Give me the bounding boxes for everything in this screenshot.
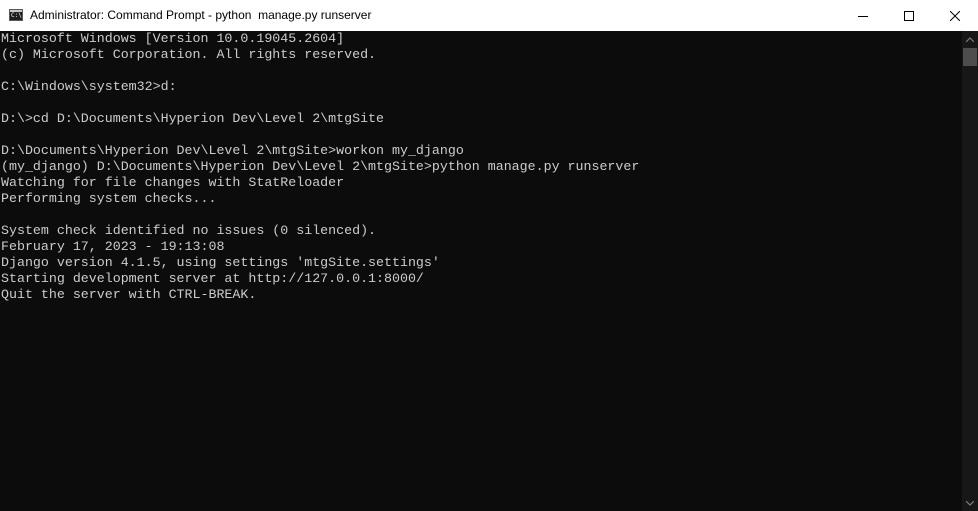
console-line: (my_django) D:\Documents\Hyperion Dev\Le… — [1, 159, 640, 174]
console-line: Starting development server at http://12… — [1, 271, 424, 286]
console-line: D:\>cd D:\Documents\Hyperion Dev\Level 2… — [1, 111, 385, 126]
cmd-icon-text: C:\. — [11, 12, 26, 19]
minimize-icon — [858, 15, 868, 17]
vertical-scrollbar[interactable] — [962, 31, 978, 511]
minimize-button[interactable] — [840, 0, 886, 31]
console-line: C:\Windows\system32>d: — [1, 79, 177, 94]
scroll-up-icon — [966, 36, 974, 42]
console-line: System check identified no issues (0 sil… — [1, 223, 377, 238]
close-button[interactable] — [932, 0, 978, 31]
console-line: Watching for file changes with StatReloa… — [1, 175, 345, 190]
console-output[interactable]: Microsoft Windows [Version 10.0.19045.26… — [0, 31, 962, 511]
console-line: D:\Documents\Hyperion Dev\Level 2\mtgSit… — [1, 143, 464, 158]
console-line: Performing system checks... — [1, 191, 217, 206]
title-bar[interactable]: C:\. Administrator: Command Prompt - pyt… — [0, 0, 978, 31]
console-line: Quit the server with CTRL-BREAK. — [1, 287, 257, 302]
scroll-up-button[interactable] — [962, 31, 978, 47]
maximize-button[interactable] — [886, 0, 932, 31]
console-line: February 17, 2023 - 19:13:08 — [1, 239, 225, 254]
window-title: Administrator: Command Prompt - python m… — [30, 8, 372, 22]
scroll-down-button[interactable] — [962, 495, 978, 511]
maximize-icon — [904, 10, 914, 21]
console-line: Django version 4.1.5, using settings 'mt… — [1, 255, 440, 270]
scrollbar-thumb[interactable] — [963, 48, 977, 66]
scroll-down-icon — [966, 500, 974, 506]
cmd-icon[interactable]: C:\. — [9, 9, 26, 21]
close-icon — [950, 10, 960, 21]
console-line: Microsoft Windows [Version 10.0.19045.26… — [1, 31, 345, 46]
console-line: (c) Microsoft Corporation. All rights re… — [1, 47, 377, 62]
command-prompt-window: C:\. Administrator: Command Prompt - pyt… — [0, 0, 978, 511]
